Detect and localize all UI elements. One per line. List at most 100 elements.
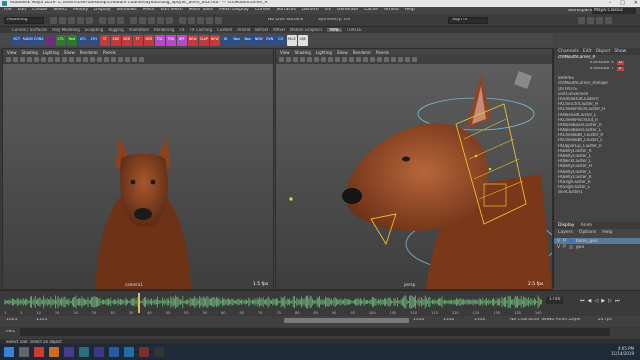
cb-tab-show[interactable]: Show — [614, 49, 626, 54]
shelf-button[interactable]: ST — [100, 34, 110, 46]
shelf-tab[interactable]: Arnold — [237, 28, 250, 32]
menu-arnold[interactable]: Arnold — [384, 8, 399, 13]
taskbar-clock[interactable]: 4:05 PM 11/14/2019 — [611, 346, 634, 356]
layer-name[interactable]: bone_geo — [576, 239, 598, 244]
after-effects-icon[interactable] — [94, 347, 104, 357]
vp-menu-show[interactable]: Show — [337, 50, 348, 55]
shelf-button[interactable] — [45, 34, 55, 46]
app-icon[interactable] — [154, 347, 164, 357]
blue-app-icon[interactable] — [124, 347, 134, 357]
layer-menu-layers[interactable]: Layers — [558, 230, 573, 235]
menu-file[interactable]: File — [4, 8, 12, 13]
save-scene-icon[interactable] — [68, 17, 75, 24]
shelf-button[interactable]: RCT — [12, 34, 22, 46]
play-forward-icon[interactable]: ▶ — [601, 298, 605, 304]
attribute-editor-icon[interactable] — [587, 17, 594, 24]
mode-selector[interactable]: Modeling — [4, 17, 44, 24]
snap-grid-icon[interactable] — [130, 17, 137, 24]
redo-icon[interactable] — [86, 17, 93, 24]
shelf-tab[interactable]: FX Caching — [190, 28, 212, 32]
shelf-button[interactable]: FT — [133, 34, 143, 46]
fps-select[interactable]: 24 fps — [598, 318, 612, 323]
layer-menu-options[interactable]: Options — [579, 230, 596, 235]
shelf-button[interactable]: TRB — [166, 34, 176, 46]
shelf-tab[interactable]: Rendering — [154, 28, 174, 32]
vp-menu-lighting[interactable]: Lighting — [316, 50, 332, 55]
menu-uv[interactable]: UV — [325, 8, 331, 13]
layer-row[interactable]: V P geo — [554, 244, 640, 250]
shelf-tab[interactable]: Sculpting — [85, 28, 104, 32]
cb-tab-object[interactable]: Object — [596, 49, 611, 54]
tool-settings-icon[interactable] — [596, 17, 603, 24]
output-node[interactable]: skinCluster1 — [554, 190, 640, 195]
shelf-button[interactable]: CONS — [34, 34, 44, 46]
play-back-icon[interactable]: ◁ — [594, 298, 598, 304]
shelf-button[interactable]: IK — [221, 34, 231, 46]
shelf-tab[interactable]: TURTLE — [347, 28, 362, 32]
shelf-button[interactable]: BSR — [122, 34, 132, 46]
undo-icon[interactable] — [77, 17, 84, 24]
texture-icon[interactable] — [349, 57, 354, 62]
menu-display[interactable]: Display — [94, 8, 111, 13]
go-to-end-icon[interactable]: ⏭ — [615, 298, 620, 304]
shelf-button[interactable]: NEW — [210, 34, 220, 46]
shelf-button[interactable]: CTL — [56, 34, 66, 46]
shelf-tab[interactable]: Poly Modeling — [52, 28, 80, 32]
image-plane-icon[interactable] — [300, 57, 305, 62]
shelf-button[interactable]: LTH — [89, 34, 99, 46]
attr-value-field[interactable]: 0 — [616, 66, 624, 72]
layer-playback-toggle[interactable]: P — [563, 245, 566, 250]
open-scene-icon[interactable] — [59, 17, 66, 24]
sign-in-button[interactable]: Sign In — [448, 17, 488, 24]
shelf-button[interactable]: FACE — [287, 34, 297, 46]
menu-cache[interactable]: Cache — [364, 8, 378, 13]
shelf-button[interactable]: EBS — [111, 34, 121, 46]
xray-icon[interactable] — [398, 57, 403, 62]
hypershade-icon[interactable] — [215, 17, 222, 24]
select-hierarchy-icon[interactable] — [99, 17, 106, 24]
resolution-gate-icon[interactable] — [48, 57, 53, 62]
red-app-icon[interactable] — [139, 347, 149, 357]
windows-start-icon[interactable] — [4, 347, 14, 357]
isolate-icon[interactable] — [118, 57, 123, 62]
new-scene-icon[interactable] — [50, 17, 57, 24]
shelf-tab[interactable]: Curves / Surfaces — [12, 28, 47, 32]
gate-mask-icon[interactable] — [328, 57, 333, 62]
snap-curve-icon[interactable] — [139, 17, 146, 24]
go-to-start-icon[interactable]: ⏮ — [580, 298, 585, 304]
dof-icon[interactable] — [384, 57, 389, 62]
select-component-icon[interactable] — [117, 17, 124, 24]
right-viewport-canvas[interactable]: persp 2.5 fps — [276, 64, 552, 289]
shelf-tab[interactable]: MASH — [273, 28, 285, 32]
shelf-button[interactable]: NEW — [188, 34, 198, 46]
attr-row[interactable]: Translate Y 0 — [554, 66, 640, 72]
menu-mesh[interactable]: Mesh — [143, 8, 155, 13]
chrome-icon[interactable] — [34, 347, 44, 357]
film-gate-icon[interactable] — [41, 57, 46, 62]
shelf-button[interactable]: USE — [298, 34, 308, 46]
snap-point-icon[interactable] — [148, 17, 155, 24]
premiere-icon[interactable] — [64, 347, 74, 357]
lights-icon[interactable] — [83, 57, 88, 62]
menu-help[interactable]: Help — [405, 8, 415, 13]
mel-input[interactable] — [20, 328, 610, 336]
layer-visibility-toggle[interactable]: V — [557, 245, 560, 250]
menu-curves[interactable]: Curves — [255, 8, 271, 13]
range-end-field[interactable]: 1330 — [443, 318, 454, 323]
gamma-icon[interactable] — [412, 57, 417, 62]
vp-menu-shading[interactable]: Shading — [22, 50, 38, 55]
close-button[interactable]: ✕ — [634, 0, 638, 6]
camera-icon[interactable] — [6, 57, 11, 62]
image-plane-icon[interactable] — [27, 57, 32, 62]
film-gate-icon[interactable] — [314, 57, 319, 62]
texture-icon[interactable] — [76, 57, 81, 62]
shadows-icon[interactable] — [90, 57, 95, 62]
minimize-button[interactable]: – — [609, 0, 612, 6]
shelf-button[interactable]: CO — [276, 34, 286, 46]
aa-icon[interactable] — [104, 57, 109, 62]
vp-menu-panels[interactable]: Panels — [103, 50, 116, 55]
layer-menu-help[interactable]: Help — [602, 230, 612, 235]
layer-color-swatch[interactable] — [568, 239, 573, 243]
menu-mesh-display[interactable]: Mesh Display — [219, 8, 249, 13]
camera-attr-icon[interactable] — [286, 57, 291, 62]
